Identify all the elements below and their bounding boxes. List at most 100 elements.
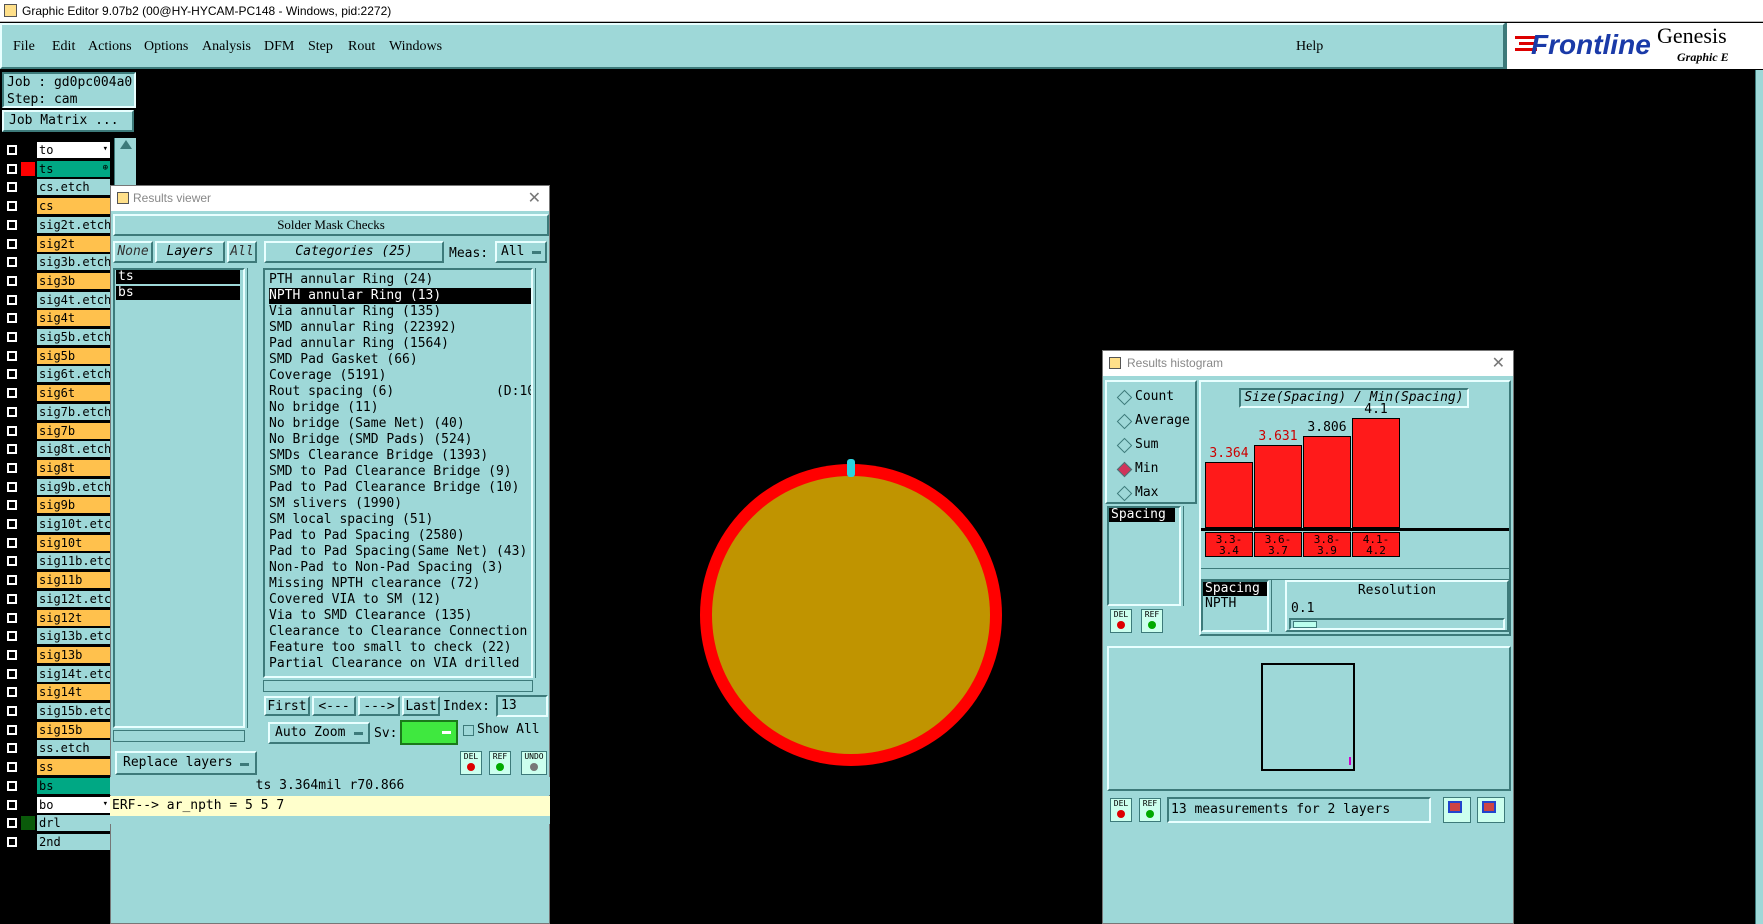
zoom-window-icon[interactable]: [1443, 797, 1471, 823]
all-button[interactable]: All: [227, 241, 257, 263]
layer-checkbox[interactable]: [5, 647, 19, 662]
footer-ref-button[interactable]: REF: [1139, 798, 1161, 822]
none-button[interactable]: None: [113, 241, 153, 263]
layer-checkbox[interactable]: [5, 535, 19, 550]
layer-name[interactable]: sig13b: [37, 646, 110, 663]
layer-checkbox[interactable]: [5, 610, 19, 625]
layer-name[interactable]: sig11b: [37, 572, 110, 589]
undo-button[interactable]: UNDO: [521, 751, 547, 775]
layer-row[interactable]: sig13b.etch: [2, 628, 118, 645]
menu-windows[interactable]: Windows: [389, 39, 442, 55]
layer-checkbox[interactable]: [5, 460, 19, 475]
layer-checkbox[interactable]: [5, 273, 19, 288]
measure-list-vscroll[interactable]: [1183, 506, 1197, 606]
layer-checkbox[interactable]: [5, 722, 19, 737]
auto-zoom-dropdown[interactable]: Auto Zoom: [268, 722, 370, 744]
close-icon[interactable]: ✕: [1492, 351, 1505, 376]
list-item[interactable]: Spacing: [1109, 508, 1175, 522]
layer-color-indicator[interactable]: [21, 760, 35, 775]
layer-name[interactable]: bs: [37, 777, 110, 794]
category-item[interactable]: No bridge (Same Net) (40): [269, 416, 465, 432]
first-button[interactable]: First: [264, 696, 310, 716]
layer-checkbox[interactable]: [5, 816, 19, 831]
histogram-bar[interactable]: [1352, 418, 1400, 528]
job-matrix-button[interactable]: Job Matrix ...: [2, 110, 134, 132]
dropdown-arrow-icon[interactable]: ▾: [103, 799, 108, 809]
category-item[interactable]: Non-Pad to Non-Pad Spacing (3): [269, 560, 504, 576]
prev-button[interactable]: <---: [312, 696, 356, 716]
bin-label[interactable]: 3.3- 3.4: [1205, 532, 1253, 557]
layer-row[interactable]: sig15b.etch: [2, 703, 118, 719]
layer-color-indicator[interactable]: [21, 367, 35, 382]
histogram-bar[interactable]: [1254, 445, 1302, 528]
layer-row[interactable]: sig5b: [2, 347, 112, 364]
layer-checkbox[interactable]: [5, 554, 19, 569]
category-item[interactable]: Pad to Pad Spacing(Same Net) (43): [269, 544, 527, 560]
layer-name[interactable]: sig11b.etch: [37, 553, 118, 570]
layer-list-hscroll[interactable]: [113, 730, 245, 742]
menu-rout[interactable]: Rout: [348, 39, 375, 55]
layer-row[interactable]: sig8t: [2, 459, 112, 476]
layer-checkbox[interactable]: [5, 367, 19, 382]
layer-checkbox[interactable]: [5, 143, 19, 157]
layer-checkbox[interactable]: [5, 348, 19, 363]
canvas-scrollbar[interactable]: [1755, 70, 1763, 924]
layer-row[interactable]: sig8t.etch: [2, 441, 112, 458]
layer-checkbox[interactable]: [5, 199, 19, 214]
layer-checkbox[interactable]: [5, 330, 19, 344]
spacing-list[interactable]: Spacing NPTH: [1201, 580, 1269, 632]
layer-color-indicator[interactable]: [21, 460, 35, 475]
layer-row[interactable]: sig2t.etch: [2, 216, 112, 233]
layer-color-indicator[interactable]: [21, 199, 35, 214]
layer-color-indicator[interactable]: [21, 573, 35, 588]
layer-row[interactable]: sig4t.etch: [2, 291, 112, 308]
mode-average[interactable]: Average: [1121, 413, 1190, 429]
layer-row[interactable]: sig7b: [2, 422, 112, 439]
menu-edit[interactable]: Edit: [52, 39, 75, 55]
layer-name[interactable]: 2nd: [37, 833, 110, 850]
cross-icon[interactable]: ⊕: [103, 163, 108, 173]
layer-checkbox[interactable]: [5, 797, 19, 812]
menu-options[interactable]: Options: [144, 39, 188, 55]
layer-color-indicator[interactable]: [21, 610, 35, 625]
mode-max[interactable]: Max: [1121, 485, 1158, 501]
layer-row[interactable]: sig6t: [2, 385, 112, 402]
spacing-list-vscroll[interactable]: [1271, 580, 1283, 632]
bin-label[interactable]: 4.1- 4.2: [1352, 532, 1400, 557]
category-item[interactable]: Pad to Pad Spacing (2580): [269, 528, 465, 544]
layer-name[interactable]: sig8t.etch: [37, 441, 111, 458]
layer-row[interactable]: to ▾: [2, 142, 112, 158]
layer-checkbox[interactable]: [5, 498, 19, 513]
layer-name[interactable]: sig5b: [37, 347, 110, 364]
layer-name[interactable]: sig15b: [37, 721, 110, 738]
layer-checkbox[interactable]: [5, 741, 19, 756]
layer-name[interactable]: sig5b.etch: [37, 329, 111, 345]
layer-row[interactable]: sig5b.etch: [2, 329, 112, 345]
ref-button[interactable]: REF: [489, 751, 511, 775]
layer-name[interactable]: to: [37, 142, 110, 158]
layer-color-indicator[interactable]: [21, 591, 35, 606]
last-button[interactable]: Last: [402, 696, 440, 716]
category-item[interactable]: No bridge (11): [269, 400, 379, 416]
layer-checkbox[interactable]: [5, 591, 19, 606]
menu-dfm[interactable]: DFM: [264, 39, 294, 55]
layer-color-indicator[interactable]: [21, 498, 35, 513]
layer-name[interactable]: ss: [37, 759, 110, 776]
mode-sum[interactable]: Sum: [1121, 437, 1158, 453]
layer-color-indicator[interactable]: [21, 348, 35, 363]
layer-color-indicator[interactable]: [21, 704, 35, 718]
category-item[interactable]: SMD Pad Gasket (66): [269, 352, 418, 368]
layer-row[interactable]: sig9b.etch: [2, 478, 112, 495]
layer-color-indicator[interactable]: [21, 161, 35, 176]
layer-name[interactable]: sig14t: [37, 684, 110, 701]
layer-checkbox[interactable]: [5, 629, 19, 644]
layer-name[interactable]: sig9b: [37, 497, 110, 514]
layer-color-indicator[interactable]: [21, 273, 35, 288]
layer-color-indicator[interactable]: [21, 255, 35, 270]
layer-color-indicator[interactable]: [21, 816, 35, 831]
layer-name[interactable]: ts: [37, 160, 110, 177]
show-all-checkbox[interactable]: [463, 725, 474, 736]
layer-checkbox[interactable]: [5, 311, 19, 326]
layer-name[interactable]: sig4t: [37, 310, 110, 327]
layer-name[interactable]: sig6t: [37, 385, 110, 402]
